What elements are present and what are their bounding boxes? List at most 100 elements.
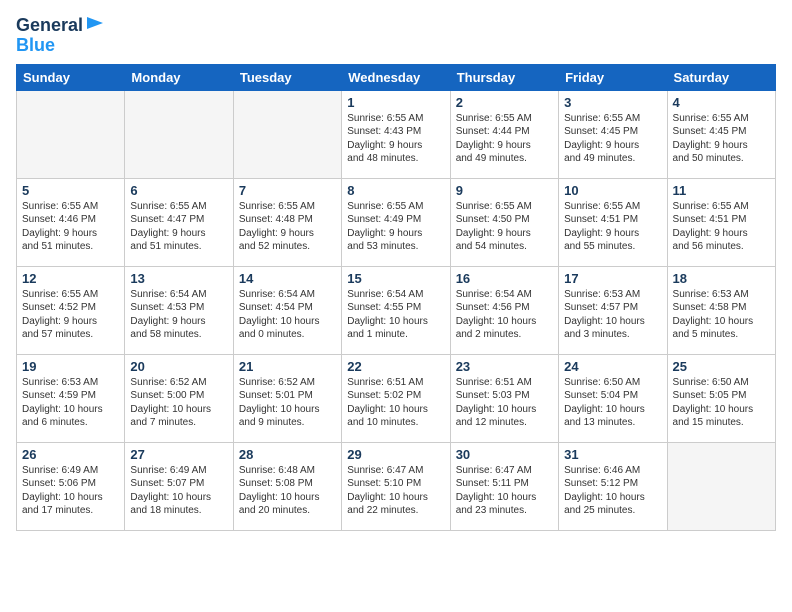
calendar-week-row: 5 Sunrise: 6:55 AM Sunset: 4:46 PM Daylig… — [17, 178, 776, 266]
calendar-header-sunday: Sunday — [17, 64, 125, 90]
day-number: 21 — [239, 359, 336, 374]
calendar-cell: 15 Sunrise: 6:54 AM Sunset: 4:55 PM Dayli… — [342, 266, 450, 354]
header: General Blue — [16, 16, 776, 56]
calendar-cell: 7 Sunrise: 6:55 AM Sunset: 4:48 PM Daylig… — [233, 178, 341, 266]
calendar-cell: 14 Sunrise: 6:54 AM Sunset: 4:54 PM Dayli… — [233, 266, 341, 354]
day-info: Sunrise: 6:47 AM Sunset: 5:10 PM Dayligh… — [347, 464, 444, 518]
day-number: 7 — [239, 183, 336, 198]
day-info: Sunrise: 6:54 AM Sunset: 4:56 PM Dayligh… — [456, 288, 553, 342]
day-info: Sunrise: 6:51 AM Sunset: 5:03 PM Dayligh… — [456, 376, 553, 430]
calendar-cell — [17, 90, 125, 178]
day-info: Sunrise: 6:50 AM Sunset: 5:04 PM Dayligh… — [564, 376, 661, 430]
day-number: 14 — [239, 271, 336, 286]
day-info: Sunrise: 6:55 AM Sunset: 4:45 PM Dayligh… — [564, 112, 661, 166]
calendar-cell: 13Sunrise: 6:54 AM Sunset: 4:53 PM Dayli… — [125, 266, 233, 354]
day-number: 31 — [564, 447, 661, 462]
day-info: Sunrise: 6:55 AM Sunset: 4:47 PM Dayligh… — [130, 200, 227, 254]
day-info: Sunrise: 6:55 AM Sunset: 4:51 PM Dayligh… — [564, 200, 661, 254]
day-number: 22 — [347, 359, 444, 374]
day-info: Sunrise: 6:50 AM Sunset: 5:05 PM Dayligh… — [673, 376, 770, 430]
day-number: 19 — [22, 359, 119, 374]
calendar-cell: 10 Sunrise: 6:55 AM Sunset: 4:51 PM Dayli… — [559, 178, 667, 266]
calendar-cell — [125, 90, 233, 178]
day-number: 30 — [456, 447, 553, 462]
day-number: 1 — [347, 95, 444, 110]
calendar-header-tuesday: Tuesday — [233, 64, 341, 90]
calendar-cell: 28 Sunrise: 6:48 AM Sunset: 5:08 PM Dayli… — [233, 442, 341, 530]
day-number: 10 — [564, 183, 661, 198]
day-number: 28 — [239, 447, 336, 462]
day-number: 3 — [564, 95, 661, 110]
day-number: 29 — [347, 447, 444, 462]
calendar-cell: 3 Sunrise: 6:55 AM Sunset: 4:45 PM Daylig… — [559, 90, 667, 178]
calendar-cell: 11 Sunrise: 6:55 AM Sunset: 4:51 PM Dayli… — [667, 178, 775, 266]
day-number: 4 — [673, 95, 770, 110]
calendar-cell — [667, 442, 775, 530]
day-info: Sunrise: 6:53 AM Sunset: 4:57 PM Dayligh… — [564, 288, 661, 342]
day-info: Sunrise: 6:54 AM Sunset: 4:54 PM Dayligh… — [239, 288, 336, 342]
day-info: Sunrise: 6:48 AM Sunset: 5:08 PM Dayligh… — [239, 464, 336, 518]
day-info: Sunrise: 6:55 AM Sunset: 4:45 PM Dayligh… — [673, 112, 770, 166]
calendar-header-friday: Friday — [559, 64, 667, 90]
calendar-cell: 2 Sunrise: 6:55 AM Sunset: 4:44 PM Daylig… — [450, 90, 558, 178]
day-number: 6 — [130, 183, 227, 198]
calendar-cell — [233, 90, 341, 178]
calendar-cell: 8 Sunrise: 6:55 AM Sunset: 4:49 PM Daylig… — [342, 178, 450, 266]
day-info: Sunrise: 6:55 AM Sunset: 4:43 PM Dayligh… — [347, 112, 444, 166]
day-info: Sunrise: 6:49 AM Sunset: 5:07 PM Dayligh… — [130, 464, 227, 518]
day-number: 2 — [456, 95, 553, 110]
day-info: Sunrise: 6:54 AM Sunset: 4:55 PM Dayligh… — [347, 288, 444, 342]
calendar-header-saturday: Saturday — [667, 64, 775, 90]
logo-flag-icon — [85, 15, 107, 33]
day-number: 16 — [456, 271, 553, 286]
day-number: 11 — [673, 183, 770, 198]
day-number: 27 — [130, 447, 227, 462]
day-info: Sunrise: 6:46 AM Sunset: 5:12 PM Dayligh… — [564, 464, 661, 518]
day-number: 5 — [22, 183, 119, 198]
calendar-table: SundayMondayTuesdayWednesdayThursdayFrid… — [16, 64, 776, 531]
day-number: 15 — [347, 271, 444, 286]
calendar-cell: 18Sunrise: 6:53 AM Sunset: 4:58 PM Dayli… — [667, 266, 775, 354]
day-number: 26 — [22, 447, 119, 462]
calendar-cell: 12Sunrise: 6:55 AM Sunset: 4:52 PM Dayli… — [17, 266, 125, 354]
calendar-week-row: 26 Sunrise: 6:49 AM Sunset: 5:06 PM Dayli… — [17, 442, 776, 530]
day-info: Sunrise: 6:54 AM Sunset: 4:53 PM Dayligh… — [130, 288, 227, 342]
day-number: 9 — [456, 183, 553, 198]
day-number: 20 — [130, 359, 227, 374]
calendar-header-thursday: Thursday — [450, 64, 558, 90]
calendar-week-row: 1 Sunrise: 6:55 AM Sunset: 4:43 PM Daylig… — [17, 90, 776, 178]
calendar-cell: 6 Sunrise: 6:55 AM Sunset: 4:47 PM Daylig… — [125, 178, 233, 266]
day-number: 8 — [347, 183, 444, 198]
day-info: Sunrise: 6:55 AM Sunset: 4:46 PM Dayligh… — [22, 200, 119, 254]
day-number: 23 — [456, 359, 553, 374]
calendar-cell: 16 Sunrise: 6:54 AM Sunset: 4:56 PM Dayli… — [450, 266, 558, 354]
calendar-week-row: 12Sunrise: 6:55 AM Sunset: 4:52 PM Dayli… — [17, 266, 776, 354]
day-info: Sunrise: 6:47 AM Sunset: 5:11 PM Dayligh… — [456, 464, 553, 518]
calendar-cell: 25 Sunrise: 6:50 AM Sunset: 5:05 PM Dayli… — [667, 354, 775, 442]
page-container: General Blue SundayMondayTuesdayWednesda… — [0, 0, 792, 541]
calendar-cell: 30 Sunrise: 6:47 AM Sunset: 5:11 PM Dayli… — [450, 442, 558, 530]
calendar-header-wednesday: Wednesday — [342, 64, 450, 90]
calendar-cell: 26 Sunrise: 6:49 AM Sunset: 5:06 PM Dayli… — [17, 442, 125, 530]
calendar-cell: 20Sunrise: 6:52 AM Sunset: 5:00 PM Dayli… — [125, 354, 233, 442]
day-info: Sunrise: 6:55 AM Sunset: 4:52 PM Dayligh… — [22, 288, 119, 342]
logo-text-general: General — [16, 16, 83, 36]
logo: General Blue — [16, 16, 107, 56]
day-info: Sunrise: 6:55 AM Sunset: 4:49 PM Dayligh… — [347, 200, 444, 254]
day-info: Sunrise: 6:53 AM Sunset: 4:59 PM Dayligh… — [22, 376, 119, 430]
day-number: 18 — [673, 271, 770, 286]
day-info: Sunrise: 6:52 AM Sunset: 5:01 PM Dayligh… — [239, 376, 336, 430]
calendar-cell: 21 Sunrise: 6:52 AM Sunset: 5:01 PM Dayli… — [233, 354, 341, 442]
day-info: Sunrise: 6:49 AM Sunset: 5:06 PM Dayligh… — [22, 464, 119, 518]
calendar-cell: 24Sunrise: 6:50 AM Sunset: 5:04 PM Dayli… — [559, 354, 667, 442]
calendar-header-row: SundayMondayTuesdayWednesdayThursdayFrid… — [17, 64, 776, 90]
calendar-cell: 27 Sunrise: 6:49 AM Sunset: 5:07 PM Dayli… — [125, 442, 233, 530]
day-info: Sunrise: 6:55 AM Sunset: 4:48 PM Dayligh… — [239, 200, 336, 254]
day-info: Sunrise: 6:55 AM Sunset: 4:50 PM Dayligh… — [456, 200, 553, 254]
day-info: Sunrise: 6:55 AM Sunset: 4:51 PM Dayligh… — [673, 200, 770, 254]
calendar-cell: 4 Sunrise: 6:55 AM Sunset: 4:45 PM Daylig… — [667, 90, 775, 178]
day-number: 25 — [673, 359, 770, 374]
calendar-cell: 29 Sunrise: 6:47 AM Sunset: 5:10 PM Dayli… — [342, 442, 450, 530]
day-info: Sunrise: 6:55 AM Sunset: 4:44 PM Dayligh… — [456, 112, 553, 166]
calendar-week-row: 19 Sunrise: 6:53 AM Sunset: 4:59 PM Dayli… — [17, 354, 776, 442]
